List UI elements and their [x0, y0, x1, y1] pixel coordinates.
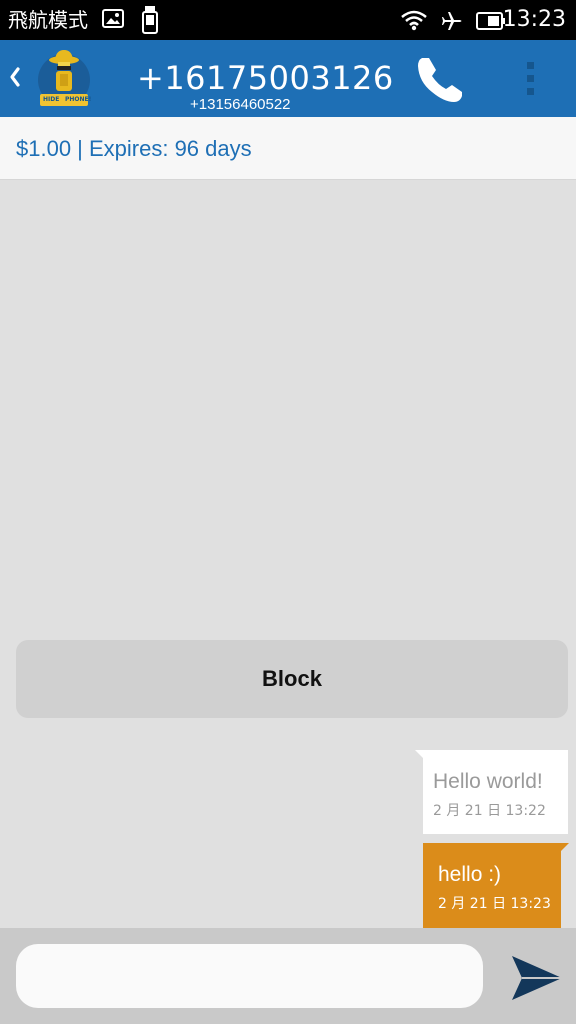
phone-storage-icon [140, 5, 160, 39]
overflow-menu-dot [527, 75, 534, 82]
wifi-icon [400, 9, 428, 35]
overflow-menu-icon [527, 62, 534, 69]
airplane-icon [440, 9, 464, 37]
bubble-tail [415, 750, 423, 758]
own-number: +13156460522 [190, 96, 291, 113]
overflow-menu-button[interactable] [516, 58, 546, 98]
block-button[interactable]: Block [16, 640, 568, 718]
send-icon [508, 956, 564, 1008]
number-info-bar: $1.00 | Expires: 96 days [0, 117, 576, 180]
message-text: Hello world! [433, 770, 543, 793]
message-bubble-incoming[interactable]: Hello world! 2 月 21 日 13:22 [415, 750, 568, 834]
logo-text-right: PHONE! [65, 96, 92, 103]
back-button[interactable] [0, 40, 30, 117]
call-button[interactable] [410, 52, 466, 108]
image-icon [102, 8, 124, 34]
message-time: 2 月 21 日 13:23 [438, 896, 551, 912]
message-time: 2 月 21 日 13:22 [433, 803, 546, 819]
logo-text-left: HIDE [43, 96, 60, 103]
chevron-left-icon [8, 66, 22, 92]
overflow-menu-dot [527, 88, 534, 95]
conversation-header: HIDE PHONE! +16175003126 +13156460522 [0, 40, 576, 117]
contact-number: +16175003126 [137, 59, 394, 97]
compose-bar [0, 928, 576, 1024]
battery-icon [476, 11, 506, 35]
send-button[interactable] [508, 948, 564, 1004]
message-bubble-outgoing[interactable]: hello :) 2 月 21 日 13:23 [423, 843, 569, 928]
status-clock: 13:23 [502, 7, 566, 32]
message-input[interactable] [16, 944, 483, 1008]
bubble-tail [561, 843, 569, 851]
credit-expiry-text: $1.00 | Expires: 96 days [16, 136, 252, 161]
status-bar: 飛航模式 13:23 [0, 0, 576, 40]
app-logo: HIDE PHONE! [34, 48, 94, 110]
status-mode-label: 飛航模式 [8, 8, 88, 32]
message-text: hello :) [438, 863, 502, 886]
phone-icon [410, 58, 466, 112]
